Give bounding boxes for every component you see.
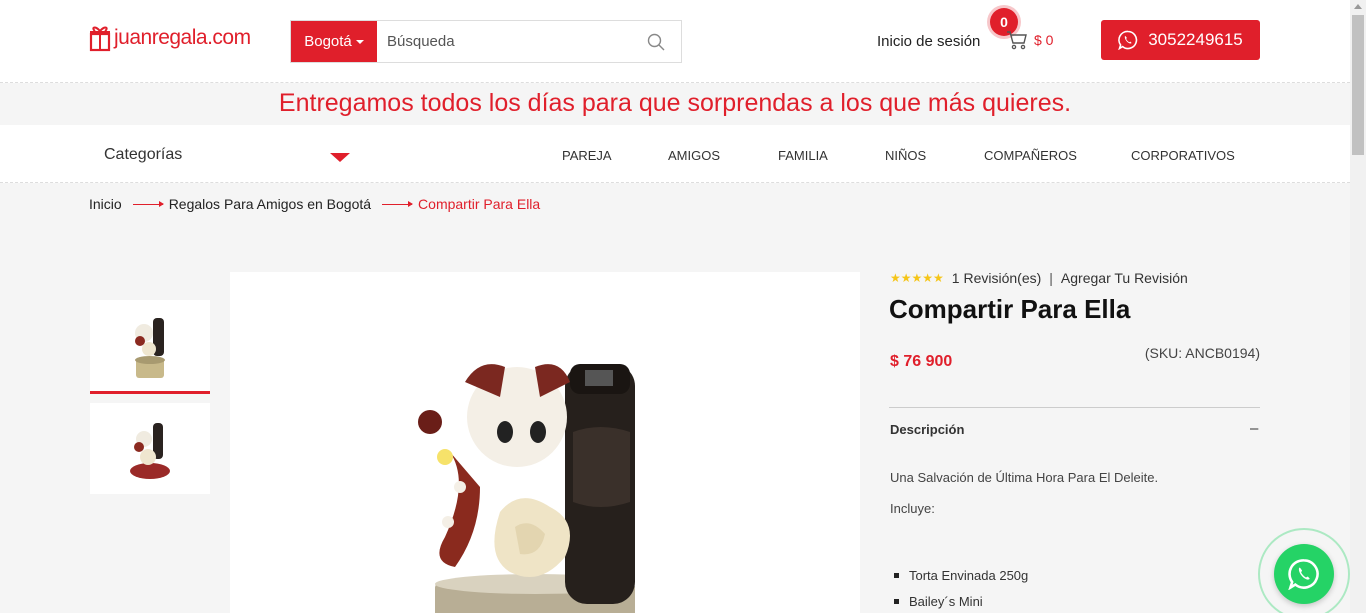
product-main-image[interactable] [230,272,860,613]
product-sku: (SKU: ANCB0194) [1144,345,1260,361]
logo-text: juanregala.com [114,26,251,49]
nav-item-ninos[interactable]: NIÑOS [885,148,926,163]
search-bar: Bogotá [290,20,682,63]
nav-item-amigos[interactable]: AMIGOS [668,148,720,163]
scroll-up-arrow-icon[interactable] [1354,4,1362,9]
description-header[interactable]: Descripción [890,422,964,437]
breadcrumb: Inicio Regalos Para Amigos en Bogotá Com… [89,196,540,212]
add-review-link[interactable]: Agregar Tu Revisión [1061,270,1188,286]
promo-banner: Entregamos todos los días para que sorpr… [278,89,1072,117]
whatsapp-float-button[interactable] [1258,528,1350,613]
breadcrumb-home[interactable]: Inicio [89,196,122,212]
login-link[interactable]: Inicio de sesión [877,33,980,50]
main-nav: Categorías PAREJA AMIGOS FAMILIA NIÑOS C… [0,125,1350,183]
nav-item-corporativos[interactable]: CORPORATIVOS [1131,148,1235,163]
nav-item-companeros[interactable]: COMPAÑEROS [984,148,1077,163]
cart-amount: $ 0 [1034,32,1054,48]
product-price: $ 76 900 [890,353,953,370]
includes-label: Incluye: [890,501,935,516]
city-label: Bogotá [304,33,352,50]
whatsapp-number: 3052249615 [1148,30,1243,49]
categories-dropdown[interactable]: Categorías [104,146,182,164]
logo[interactable]: juanregala.com [89,24,251,52]
breadcrumb-category[interactable]: Regalos Para Amigos en Bogotá [169,196,371,212]
vertical-scrollbar[interactable] [1350,0,1366,613]
whatsapp-icon [1288,559,1319,590]
product-rating: ★★★★★ 1 Revisión(es) | Agregar Tu Revisi… [890,270,1188,286]
site-header: juanregala.com Bogotá Inicio de sesión 0… [0,0,1350,83]
whatsapp-button[interactable]: 3052249615 [1101,20,1260,60]
arrow-right-icon [382,200,414,207]
nav-item-pareja[interactable]: PAREJA [562,148,612,163]
description-intro: Una Salvación de Última Hora Para El Del… [890,470,1159,485]
whatsapp-icon [1118,30,1138,50]
product-thumbnail-1[interactable] [90,300,210,394]
star-rating-icon: ★★★★★ [890,271,944,285]
arrow-right-icon [132,200,164,207]
divider: | [1049,270,1053,286]
nav-item-familia[interactable]: FAMILIA [778,148,828,163]
product-thumbnail-image [130,423,170,479]
triangle-down-icon[interactable] [330,153,350,162]
breadcrumb-current: Compartir Para Ella [418,196,541,212]
product-photo [418,364,635,613]
list-item: Bailey´s Mini [894,588,1028,613]
whatsapp-float-circle [1274,544,1334,604]
includes-list: Torta Envinada 250g Bailey´s Mini [894,562,1028,613]
search-input[interactable] [377,21,681,62]
search-icon[interactable] [647,33,665,51]
product-title: Compartir Para Ella [889,294,1131,324]
collapse-toggle-icon[interactable]: – [1250,420,1258,437]
product-thumbnail-image [135,318,165,378]
city-selector[interactable]: Bogotá [291,21,377,62]
cart-button[interactable]: $ 0 [1006,30,1053,50]
cart-icon [1007,31,1027,50]
reviews-count-link[interactable]: 1 Revisión(es) [952,270,1041,286]
scrollbar-thumb[interactable] [1352,15,1364,155]
list-item: Torta Envinada 250g [894,562,1028,588]
product-thumbnail-2[interactable] [90,403,210,494]
caret-down-icon [355,39,364,44]
divider [889,407,1260,408]
gift-logo-icon [89,26,111,52]
